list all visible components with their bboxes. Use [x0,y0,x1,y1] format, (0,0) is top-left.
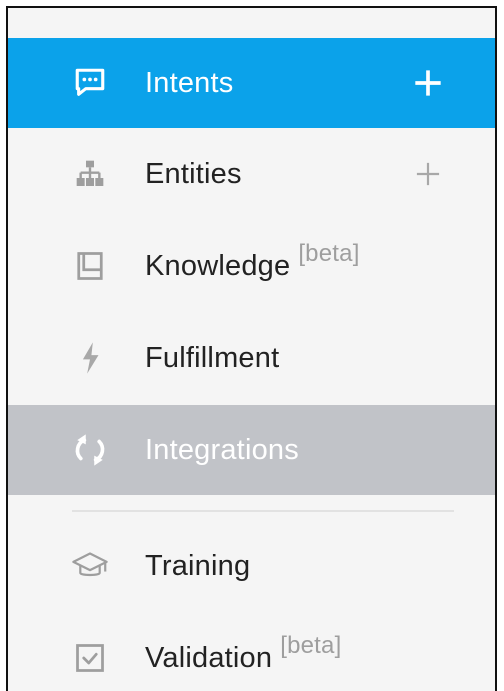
sync-icon [72,432,108,468]
add-entity-button[interactable] [410,156,446,192]
sidebar-item-intents[interactable]: Intents [8,38,495,128]
lightning-icon [72,340,108,376]
sidebar-item-label: Training [145,549,251,582]
add-intent-button[interactable] [410,65,446,101]
graduation-cap-icon [72,548,108,584]
sidebar-item-knowledge[interactable]: Knowledge [beta] [8,221,495,311]
sidebar-item-validation[interactable]: Validation [beta] [8,613,495,691]
beta-badge: [beta] [280,631,342,659]
sidebar-menu: Intents Entities Knowledge [beta] Fulfil… [6,6,497,691]
plus-icon [415,70,441,96]
hierarchy-icon [72,156,108,192]
checkbox-icon [72,640,108,676]
sidebar-item-integrations[interactable]: Integrations [8,405,495,495]
menu-divider [72,510,454,512]
sidebar-item-label: Intents [145,66,234,99]
sidebar-item-training[interactable]: Training [8,521,495,611]
sidebar-item-label: Entities [145,157,242,190]
chat-bubble-icon [72,65,108,101]
sidebar-item-label: Validation [beta] [145,631,342,674]
book-icon [72,248,108,284]
sidebar-item-label: Integrations [145,433,299,466]
plus-icon [416,162,440,186]
sidebar-item-label: Fulfillment [145,341,280,374]
sidebar-item-entities[interactable]: Entities [8,129,495,219]
sidebar-item-fulfillment[interactable]: Fulfillment [8,313,495,403]
sidebar-item-label: Knowledge [beta] [145,239,360,282]
beta-badge: [beta] [298,239,360,267]
